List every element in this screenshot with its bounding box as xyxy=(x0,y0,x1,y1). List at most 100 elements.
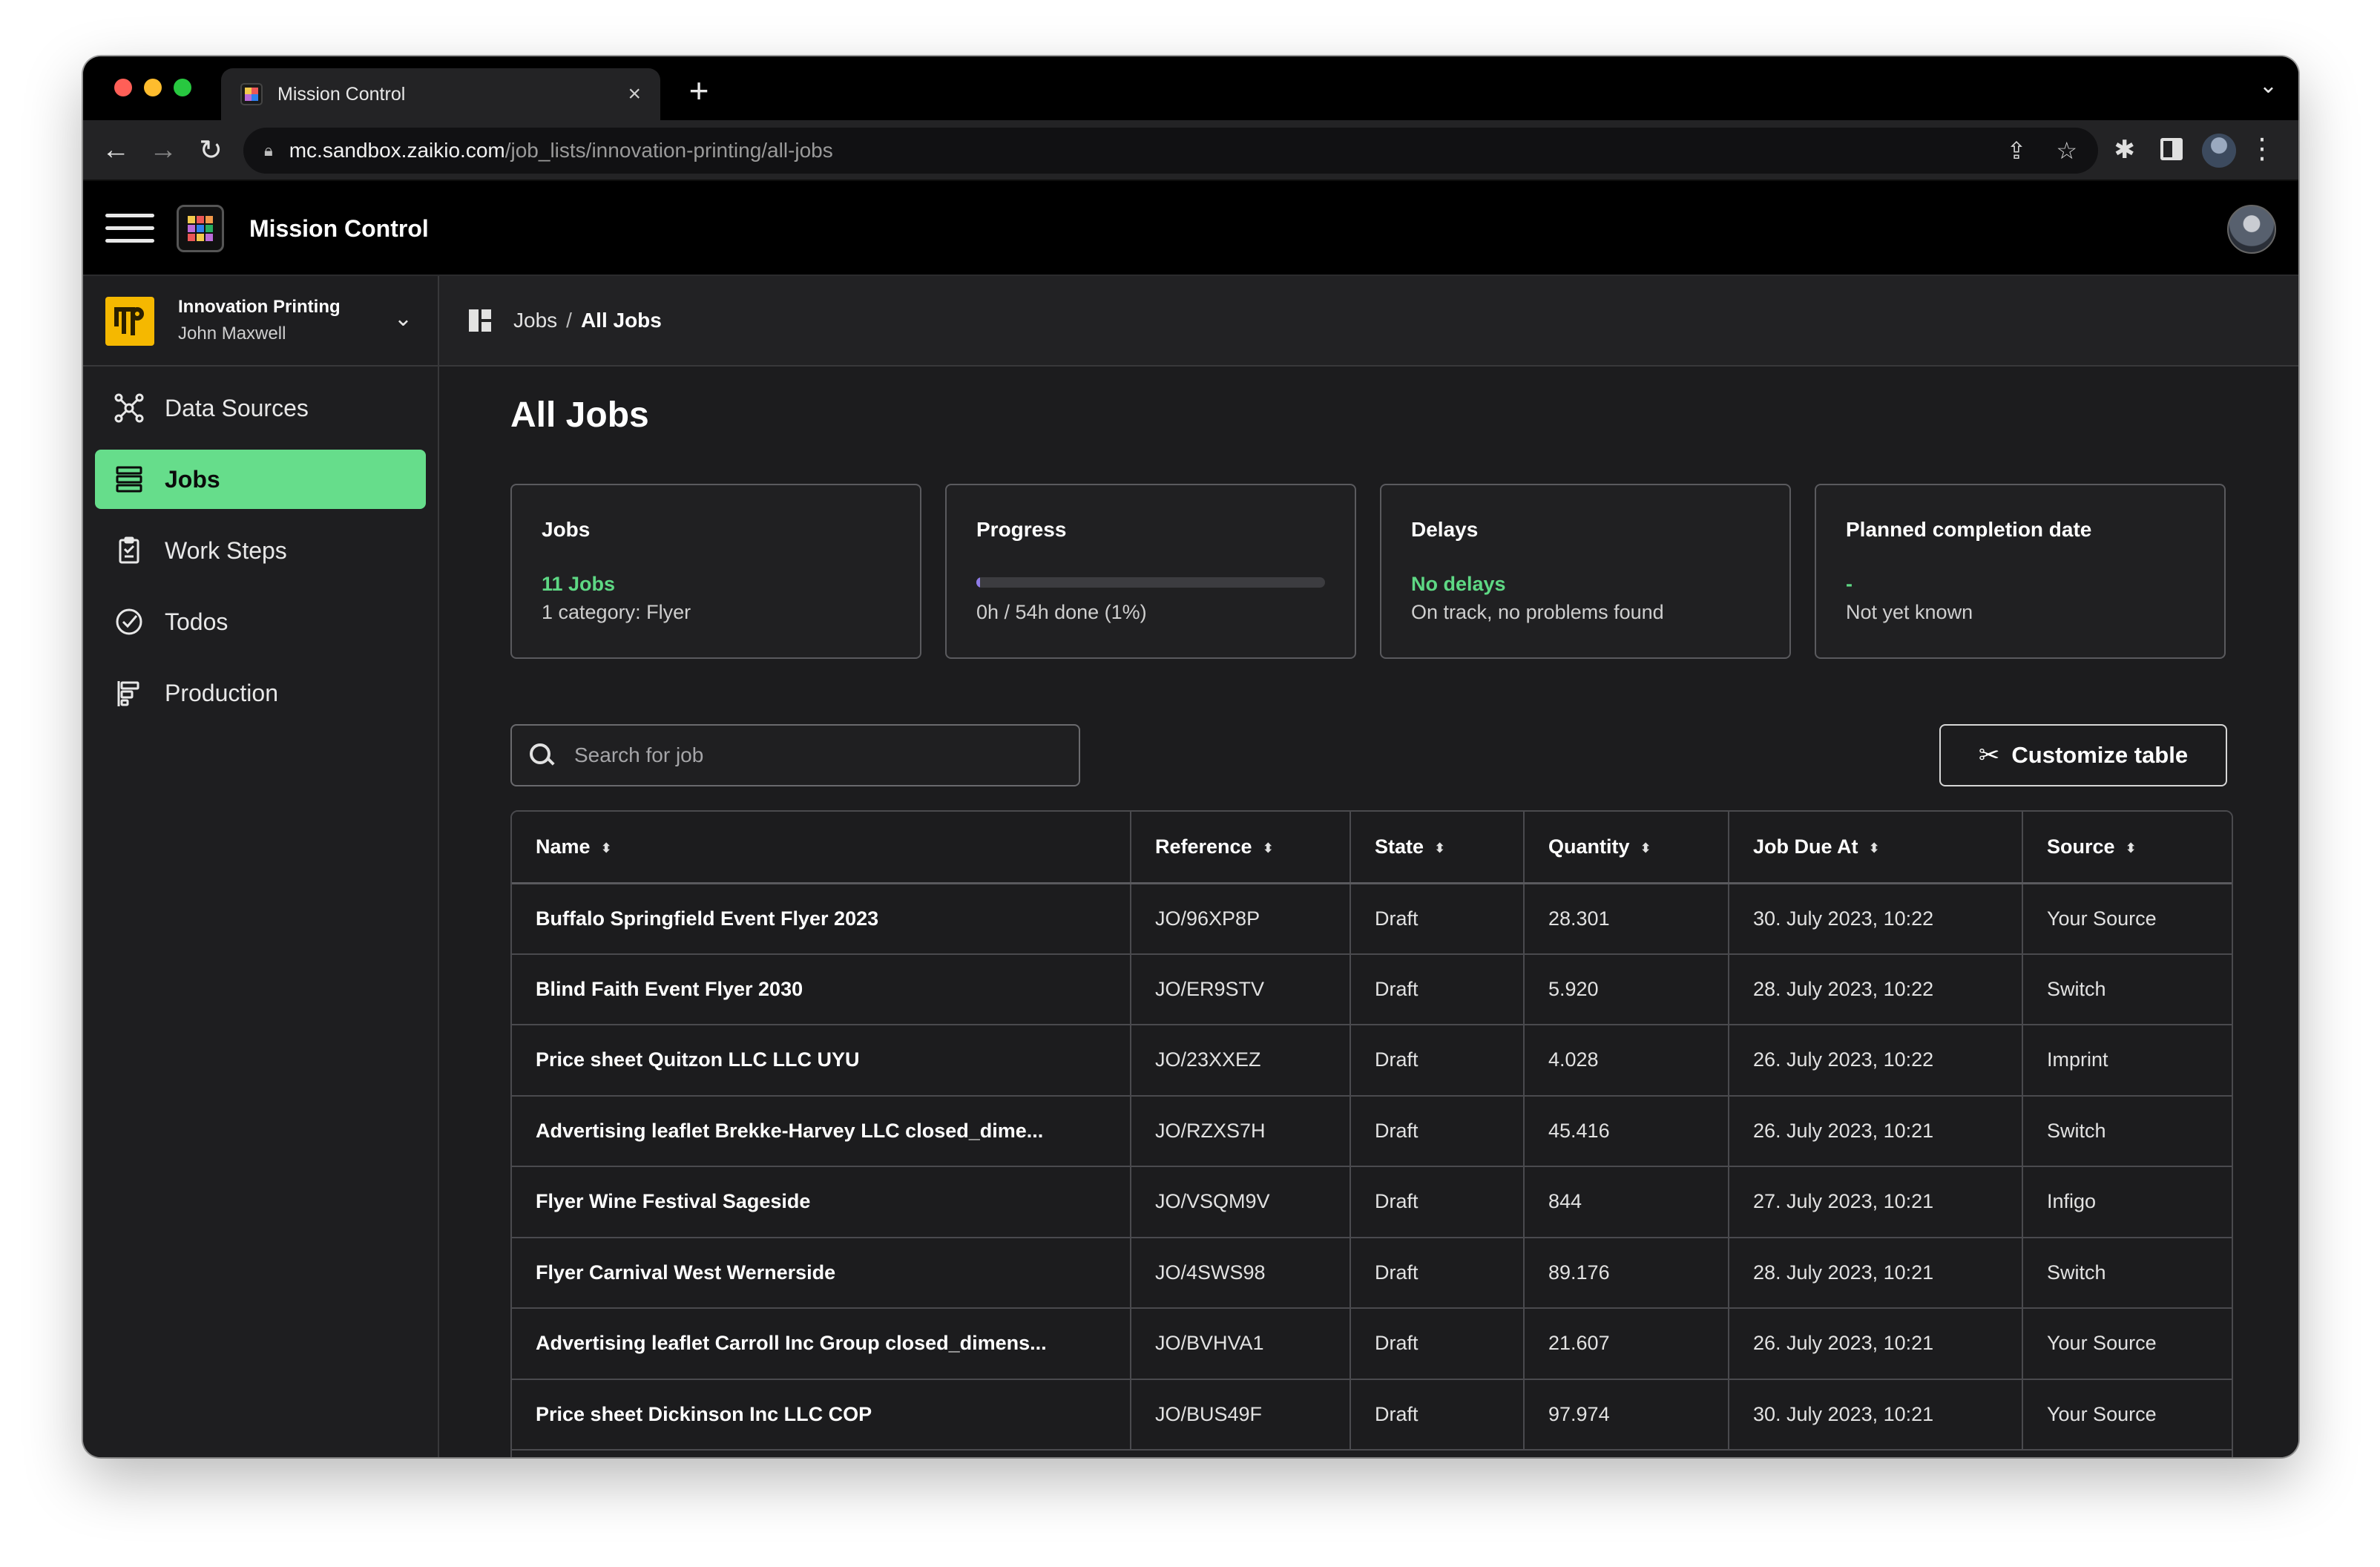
cell-name[interactable]: Flyer Carnival West Wernerside xyxy=(512,1237,1131,1309)
maximize-window-button[interactable] xyxy=(174,79,191,96)
sidebar-item-label: Jobs xyxy=(165,465,220,493)
search-icon xyxy=(527,740,556,770)
jobs-card: Jobs 11 Jobs 1 category: Flyer xyxy=(510,484,921,659)
browser-tab[interactable]: Mission Control × xyxy=(221,68,660,120)
url-host: mc.sandbox.zaikio.com xyxy=(289,139,505,162)
sidebar-item-label: Data Sources xyxy=(165,394,309,421)
column-header-name[interactable]: Name ⬍ xyxy=(512,812,1131,884)
table-row[interactable]: Price sheet Quitzon LLC LLC UYU JO/23XXEZ… xyxy=(512,1025,2232,1097)
table-row[interactable]: Advertising leaflet Brekke-Harvey LLC cl… xyxy=(512,1095,2232,1167)
organization-logo-icon xyxy=(105,297,154,346)
customize-table-button[interactable]: ✂ Customize table xyxy=(1939,724,2227,786)
table-row[interactable]: Flyer Wine Festival Sageside JO/VSQM9V Dra… xyxy=(512,1166,2232,1238)
cell-state: Draft xyxy=(1350,1025,1525,1097)
card-subtitle: Not yet known xyxy=(1846,601,1973,623)
cell-state: Draft xyxy=(1350,1166,1525,1238)
cell-state: Draft xyxy=(1350,1308,1525,1380)
close-tab-icon[interactable]: × xyxy=(628,82,641,107)
search-input[interactable] xyxy=(574,743,1079,767)
app-header: Mission Control xyxy=(83,181,2298,276)
cell-reference: JO/4SWS98 xyxy=(1131,1237,1351,1309)
cell-state: Draft xyxy=(1350,953,1525,1025)
dashboard-grid-icon[interactable] xyxy=(469,309,491,332)
card-value: - xyxy=(1846,573,1853,595)
cell-name[interactable]: Blind Faith Event Flyer 2030 xyxy=(512,953,1131,1025)
cell-name[interactable]: Advertising leaflet Carroll Inc Group cl… xyxy=(512,1308,1131,1380)
cell-reference: JO/96XP8P xyxy=(1131,883,1351,955)
cell-name[interactable]: Price sheet Dickinson Inc LLC COP xyxy=(512,1379,1131,1451)
cell-name[interactable]: Price sheet Quitzon LLC LLC UYU xyxy=(512,1025,1131,1097)
job-search[interactable] xyxy=(510,724,1080,786)
hamburger-menu-icon[interactable] xyxy=(105,214,154,243)
browser-toolbar: ← → ↻ 🔒︎ mc.sandbox.zaikio.com /job_list… xyxy=(83,120,2298,181)
breadcrumb: Jobs / All Jobs xyxy=(439,276,2298,367)
jobs-table: Name ⬍ Reference ⬍ State ⬍ Quantity ⬍ Job Du… xyxy=(510,810,2233,1457)
cell-reference: JO/BUS49F xyxy=(1131,1379,1351,1451)
cell-quantity: 45.416 xyxy=(1524,1095,1729,1167)
sidebar-item-label: Production xyxy=(165,679,278,706)
cell-job-due-at: 26. July 2023, 10:21 xyxy=(1729,1308,2023,1380)
tab-title: Mission Control xyxy=(277,83,406,105)
cell-job-due-at: 26. July 2023, 10:22 xyxy=(1729,1025,2023,1097)
organization-name: Innovation Printing xyxy=(178,297,341,317)
sort-icon: ⬍ xyxy=(2125,840,2137,855)
cell-reference: JO/23XXEZ xyxy=(1131,1025,1351,1097)
user-avatar[interactable] xyxy=(2227,205,2276,254)
table-row[interactable]: Flyer Carnival West Wernerside JO/4SWS98 D… xyxy=(512,1237,2232,1309)
column-header-reference[interactable]: Reference ⬍ xyxy=(1131,812,1351,884)
forward-arrow-icon[interactable]: → xyxy=(139,134,187,166)
sort-icon: ⬍ xyxy=(600,840,612,855)
organization-switcher[interactable]: Innovation Printing John Maxwell ⌄ xyxy=(83,276,438,367)
progress-card: Progress 0h / 54h done (1%) xyxy=(945,484,1356,659)
browser-profile-avatar[interactable] xyxy=(2202,134,2236,168)
main-content: Jobs / All Jobs All Jobs Jobs 11 Jobs 1 … xyxy=(439,276,2298,1457)
completion-date-card: Planned completion date - Not yet known xyxy=(1815,484,2226,659)
table-row[interactable]: Buffalo Springfield Event Flyer 2023 JO/9… xyxy=(512,883,2232,955)
sidebar-item-jobs[interactable]: Jobs xyxy=(95,450,426,509)
cell-name[interactable]: Buffalo Springfield Event Flyer 2023 xyxy=(512,883,1131,955)
cell-source: Switch xyxy=(2022,1095,2232,1167)
sidebar-item-data-sources[interactable]: Data Sources xyxy=(95,378,426,438)
sort-icon: ⬍ xyxy=(1262,840,1274,855)
data-sources-icon xyxy=(114,393,144,423)
column-header-source[interactable]: Source ⬍ xyxy=(2022,812,2232,884)
jobs-list-icon xyxy=(116,466,142,493)
card-title: Delays xyxy=(1411,518,1479,541)
column-header-state[interactable]: State ⬍ xyxy=(1350,812,1525,884)
new-tab-button[interactable]: + xyxy=(677,68,721,113)
side-panel-icon[interactable] xyxy=(2160,138,2183,160)
minimize-window-button[interactable] xyxy=(144,79,162,96)
production-icon xyxy=(117,681,139,706)
breadcrumb-current: All Jobs xyxy=(580,309,662,332)
cell-name[interactable]: Advertising leaflet Brekke-Harvey LLC cl… xyxy=(512,1095,1131,1167)
cell-reference: JO/RZXS7H xyxy=(1131,1095,1351,1167)
table-row[interactable]: Advertising leaflet Carroll Inc Group cl… xyxy=(512,1308,2232,1380)
table-row[interactable]: Price sheet Dickinson Inc LLC COP JO/BUS4… xyxy=(512,1379,2232,1451)
reload-icon[interactable]: ↻ xyxy=(187,134,234,167)
tab-search-chevron-icon[interactable]: ⌄ xyxy=(2259,73,2278,99)
card-subtitle: 0h / 54h done (1%) xyxy=(976,601,1147,623)
sidebar-item-work-steps[interactable]: Work Steps xyxy=(95,521,426,580)
address-bar[interactable]: 🔒︎ mc.sandbox.zaikio.com /job_lists/inno… xyxy=(243,128,2098,174)
bookmark-star-icon[interactable]: ☆ xyxy=(2056,137,2077,165)
cell-name[interactable]: Flyer Wine Festival Sageside xyxy=(512,1166,1131,1238)
breadcrumb-jobs-link[interactable]: Jobs xyxy=(513,309,557,332)
browser-tab-strip: Mission Control × + ⌄ xyxy=(83,56,2298,120)
cell-state: Draft xyxy=(1350,883,1525,955)
close-window-button[interactable] xyxy=(114,79,132,96)
sidebar-item-label: Work Steps xyxy=(165,536,287,564)
back-arrow-icon[interactable]: ← xyxy=(92,134,139,166)
column-header-quantity[interactable]: Quantity ⬍ xyxy=(1524,812,1729,884)
sidebar-item-todos[interactable]: Todos xyxy=(95,592,426,651)
column-header-job-due-at[interactable]: Job Due At ⬍ xyxy=(1729,812,2023,884)
share-icon[interactable]: ⇪ xyxy=(2007,137,2027,165)
extensions-puzzle-icon[interactable]: ✱ xyxy=(2114,135,2136,165)
sidebar-item-production[interactable]: Production xyxy=(95,663,426,723)
table-row[interactable]: Blind Faith Event Flyer 2030 JO/ER9STV Dra… xyxy=(512,953,2232,1025)
browser-menu-icon[interactable]: ⋮ xyxy=(2248,132,2276,165)
chevron-down-icon[interactable]: ⌄ xyxy=(394,306,412,332)
cell-state: Draft xyxy=(1350,1095,1525,1167)
cell-source: Infigo xyxy=(2022,1166,2232,1238)
summary-cards: Jobs 11 Jobs 1 category: Flyer Progress … xyxy=(510,484,2226,659)
sidebar: Innovation Printing John Maxwell ⌄ Data … xyxy=(83,276,439,1457)
